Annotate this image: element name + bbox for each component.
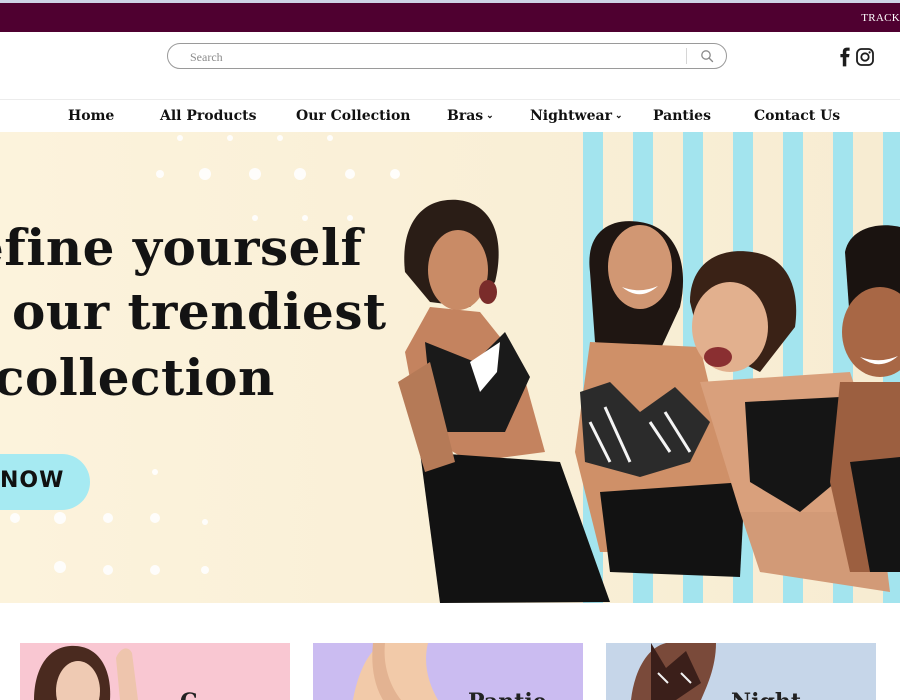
category-card-title: Night — [731, 689, 801, 700]
nav-item-contact-us[interactable]: Contact Us — [754, 108, 840, 124]
nav-label: Our Collection — [296, 108, 411, 124]
nav-label: Nightwear — [530, 108, 612, 124]
category-card-image — [34, 645, 138, 700]
category-card-panties[interactable]: Pantie — [313, 643, 583, 700]
chevron-down-icon: ⌄ — [614, 111, 623, 121]
nav-item-all-products[interactable]: All Products — [160, 108, 256, 124]
nav-item-bras[interactable]: Bras ⌄ — [447, 108, 494, 124]
category-card-title: C — [180, 689, 198, 700]
hero-headline-line-1: efine yourself — [0, 218, 363, 277]
shop-now-label: NOW — [0, 468, 65, 493]
nav-label: Panties — [653, 108, 711, 124]
instagram-link[interactable] — [855, 47, 875, 67]
facebook-link[interactable] — [838, 47, 852, 67]
nav-label: Bras — [447, 108, 484, 124]
search-button[interactable] — [694, 47, 720, 65]
search-input[interactable] — [188, 48, 672, 66]
search-divider — [686, 48, 687, 64]
shop-now-button[interactable]: NOW — [0, 454, 90, 510]
category-card-nightwear[interactable]: Night — [606, 643, 876, 700]
search-bar — [167, 43, 727, 69]
nav-label: All Products — [160, 108, 257, 124]
facebook-icon — [840, 47, 850, 67]
hero-headline-line-2: our trendiest — [12, 282, 387, 341]
nav-item-our-collection[interactable]: Our Collection — [296, 108, 410, 124]
nav-item-home[interactable]: Home — [68, 108, 114, 124]
nav-item-nightwear[interactable]: Nightwear ⌄ — [530, 108, 623, 124]
main-nav: Home All Products Our Collection Bras ⌄ N… — [0, 100, 900, 132]
announcement-bar: TRACK — [0, 3, 900, 32]
hero-headline-line-3: collection — [0, 348, 275, 407]
instagram-icon — [856, 48, 874, 66]
category-card-title: Pantie — [468, 689, 547, 700]
chevron-down-icon: ⌄ — [486, 111, 494, 121]
nav-label: Contact Us — [754, 108, 841, 124]
track-order-link[interactable]: TRACK — [861, 12, 900, 24]
category-card-bras[interactable]: C — [20, 643, 290, 700]
nav-item-panties[interactable]: Panties — [653, 108, 711, 124]
search-icon — [701, 50, 714, 63]
hero-banner[interactable]: efine yourself our trendiest collection … — [0, 132, 900, 603]
nav-label: Home — [68, 108, 115, 124]
